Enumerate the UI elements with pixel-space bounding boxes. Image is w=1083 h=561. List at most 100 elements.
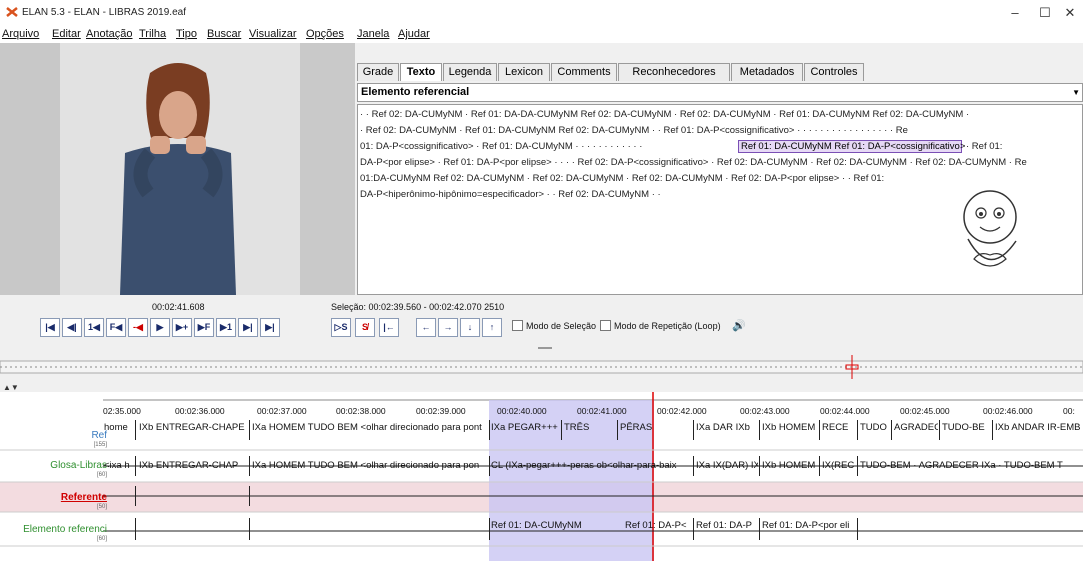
menu-arquivo[interactable]: Arquivo (2, 28, 39, 40)
annotation-glosa[interactable]: IXb ENTREGAR-CHAP (139, 460, 248, 471)
arrow-down-button[interactable]: ↓ (460, 318, 480, 337)
media-controls: 00:02:41.608 Seleção: 00:02:39.560 - 00:… (0, 295, 1083, 353)
current-time: 00:02:41.608 (152, 302, 205, 312)
volume-icon[interactable]: 🔊 (732, 319, 746, 332)
loop-mode-label: Modo de Repetição (Loop) (614, 321, 721, 331)
menu-editar[interactable]: Editar (52, 28, 81, 40)
tab-texto[interactable]: Texto (400, 63, 442, 81)
next-frame-button[interactable]: ▶| (238, 318, 258, 337)
annotation-ref[interactable]: home (104, 422, 134, 433)
highlighted-annotation[interactable]: Ref 01: DA-CUMyNM Ref 01: DA-P<cossignif… (738, 140, 966, 153)
selection-mode-checkbox[interactable] (512, 320, 523, 331)
tier-label-elemento-referencial[interactable]: Elemento referenci (23, 524, 107, 535)
ruler-tick-label: 00:02:45.000 (900, 406, 950, 416)
tab-controles[interactable]: Controles (804, 63, 864, 81)
go-to-end-button[interactable]: ▶| (260, 318, 280, 337)
annotation-elemento[interactable]: Ref 01: DA-CUMyNM (491, 520, 621, 531)
annotation-ref[interactable]: TUDO (860, 422, 890, 433)
play-button[interactable]: ▶ (150, 318, 170, 337)
minimize-button[interactable]: – (1000, 4, 1030, 22)
ruler-tick-label: 00:02:46.000 (983, 406, 1033, 416)
menu-buscar[interactable]: Buscar (207, 28, 241, 40)
go-to-begin-button[interactable]: |◀ (40, 318, 60, 337)
step-back-frame-button[interactable]: F◀ (106, 318, 126, 337)
annotation-boundary (249, 518, 250, 540)
title-bar: ELAN 5.3 - ELAN - LIBRAS 2019.eaf – ☐ ✕ (0, 0, 1083, 26)
arrow-left-button[interactable]: ← (416, 318, 436, 337)
splitter-handle[interactable] (538, 347, 552, 349)
annotation-ref[interactable]: IXa PEGAR+++ (491, 422, 559, 433)
tab-metadados[interactable]: Metadados (731, 63, 803, 81)
annotation-ref[interactable]: IXb ANDAR IR-EMB (995, 422, 1081, 433)
step-back-1s-button[interactable]: 1◀ (84, 318, 104, 337)
menu-visualizar[interactable]: Visualizar (249, 28, 297, 40)
annotation-boundary (819, 420, 820, 440)
arrow-right-button[interactable]: → (438, 318, 458, 337)
annotation-glosa[interactable]: IXa HOMEM TUDO BEM <olhar direcionado pa… (252, 460, 488, 471)
tier-label-glosa-libras[interactable]: Glosa-Libras (50, 460, 107, 471)
tab-grade[interactable]: Grade (357, 63, 399, 81)
annotation-glosa[interactable]: TUDO-BEM · AGRADECER IXa · TUDO-BEM T (860, 460, 1081, 471)
annotation-elemento[interactable]: Ref 01: DA-P< (625, 520, 692, 531)
annotation-timeline[interactable]: ▲▼ 02:35.000 00:02:36.000 00:02:37.000 0… (0, 380, 1083, 561)
menu-janela[interactable]: Janela (357, 28, 389, 40)
tab-lexicon[interactable]: Lexicon (498, 63, 550, 81)
annotation-boundary (857, 518, 858, 540)
annotation-ref[interactable]: IXb ENTREGAR-CHAPE (139, 422, 248, 433)
annotation-ref[interactable]: TUDO-BE (942, 422, 990, 433)
step-forward-1s-button[interactable]: ▶1 (216, 318, 236, 337)
back-pixel-button[interactable]: -◀ (128, 318, 148, 337)
annotation-boundary (135, 420, 136, 440)
annotation-boundary (249, 486, 250, 506)
annotation-glosa[interactable]: <ixa h (104, 460, 134, 471)
arrow-up-button[interactable]: ↑ (482, 318, 502, 337)
svg-text:▲▼: ▲▼ (3, 383, 19, 392)
video-viewer[interactable] (0, 43, 355, 295)
annotation-ref[interactable]: AGRADEC (894, 422, 938, 433)
step-forward-frame-button[interactable]: ▶F (194, 318, 214, 337)
tier-dropdown[interactable]: Elemento referencial ▼ (357, 83, 1083, 102)
annotation-ref[interactable]: PÊRAS (620, 422, 670, 433)
annotation-ref[interactable]: TRÊS (564, 422, 616, 433)
annotation-boundary (489, 456, 490, 476)
loop-mode-checkbox[interactable] (600, 320, 611, 331)
forward-pixel-button[interactable]: ▶+ (172, 318, 192, 337)
ruler-tick-label: 00:02:43.000 (740, 406, 790, 416)
annotation-ref[interactable]: IXa HOMEM TUDO BEM <olhar direcionado pa… (252, 422, 488, 433)
tab-comments[interactable]: Comments (551, 63, 617, 81)
annotation-glosa[interactable]: IXa IX(DAR) IX (696, 460, 758, 471)
annotation-boundary (489, 420, 490, 440)
cartoon-sign-illustration (940, 179, 1080, 287)
annotation-boundary (939, 420, 940, 440)
tab-legenda[interactable]: Legenda (443, 63, 497, 81)
annotation-boundary (249, 420, 250, 440)
text-line: 01:DA-CUMyNM Ref 02: DA-CUMyNM · Ref 02:… (360, 173, 885, 184)
annotation-ref[interactable]: RECE (822, 422, 856, 433)
selection-begin-button[interactable]: |← (379, 318, 399, 337)
annotation-elemento[interactable]: Ref 01: DA-P (696, 520, 758, 531)
annotation-ref[interactable]: IXa DAR IXb (696, 422, 758, 433)
menu-opcoes[interactable]: Opções (306, 28, 344, 40)
tier-label-referente[interactable]: Referente (61, 492, 107, 503)
menu-tipo[interactable]: Tipo (176, 28, 197, 40)
annotation-glosa[interactable]: IXb HOMEM (762, 460, 818, 471)
tab-reconhecedores[interactable]: Reconhecedores (618, 63, 730, 81)
close-button[interactable]: ✕ (1055, 4, 1083, 22)
annotation-elemento[interactable]: Ref 01: DA-P<por eli (762, 520, 856, 531)
chevron-down-icon: ▼ (1072, 88, 1080, 97)
play-selection-button[interactable]: ▷S (331, 318, 351, 337)
annotation-glosa[interactable]: IX(REC (822, 460, 856, 471)
menu-trilha[interactable]: Trilha (139, 28, 166, 40)
annotation-boundary (489, 518, 490, 540)
ruler-tick-label: 00:02:39.000 (416, 406, 466, 416)
clear-selection-button[interactable]: S̸ (355, 318, 375, 337)
menu-ajudar[interactable]: Ajudar (398, 28, 430, 40)
menu-anotacao[interactable]: Anotação (86, 28, 132, 40)
previous-frame-button[interactable]: ◀| (62, 318, 82, 337)
ruler-tick-label: 00:02:42.000 (657, 406, 707, 416)
timeline-overview[interactable] (0, 355, 1083, 379)
annotation-ref[interactable]: IXb HOMEM (762, 422, 818, 433)
highlighted-annotation-text: Ref 01: DA-CUMyNM Ref 01: DA-P<cossignif… (741, 141, 966, 152)
annotation-glosa[interactable]: CL (IXa-pegar+++-peras ob<olhar-para-bai… (491, 460, 692, 471)
text-viewer[interactable]: · · Ref 02: DA-CUMyNM · Ref 01: DA-DA-CU… (357, 104, 1083, 295)
